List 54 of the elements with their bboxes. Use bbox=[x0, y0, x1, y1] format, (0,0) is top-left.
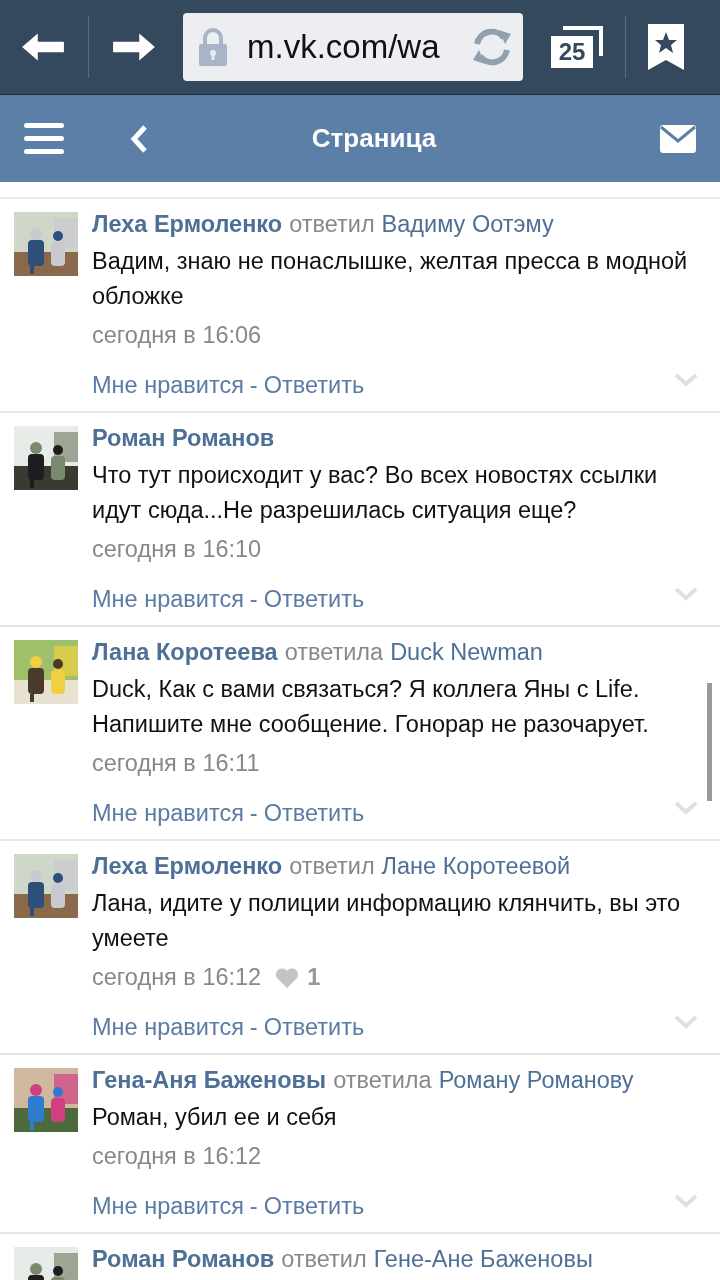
separator: - bbox=[249, 1013, 258, 1041]
separator: - bbox=[249, 799, 258, 827]
heart-icon bbox=[275, 966, 300, 989]
bookmark-star-icon[interactable] bbox=[648, 24, 684, 70]
recipient-link[interactable]: Гене-Ане Баженовы bbox=[373, 1247, 593, 1271]
author-link[interactable]: Лана Коротеева bbox=[92, 640, 278, 664]
page-title: Страница bbox=[310, 123, 438, 154]
reply-verb: ответил bbox=[289, 854, 375, 878]
comment-text: Вадим, знаю не понаслышке, желтая пресса в модной обложке bbox=[92, 247, 689, 311]
comment-text: Что тут происходит у вас? Во всех новостях ссылки идут сюда...Не разрешилась ситуация еще? bbox=[92, 461, 659, 525]
timestamp: сегодня в 16:10 bbox=[92, 536, 262, 563]
like-count: 1 bbox=[307, 964, 321, 991]
reply-verb: ответила bbox=[284, 640, 384, 664]
timestamp: сегодня в 16:06 bbox=[92, 322, 262, 349]
reply-link[interactable]: Ответить bbox=[263, 799, 365, 827]
like-link[interactable]: Мне нравится bbox=[92, 371, 244, 399]
separator: - bbox=[249, 1192, 258, 1220]
scrollbar[interactable] bbox=[707, 683, 712, 801]
recipient-link[interactable]: Роману Романову bbox=[438, 1068, 634, 1092]
author-link[interactable]: Леха Ермоленко bbox=[92, 854, 283, 878]
back-arrow-icon[interactable] bbox=[20, 31, 66, 63]
mail-icon[interactable] bbox=[660, 124, 696, 153]
reply-verb: ответил bbox=[289, 212, 375, 236]
reply-link[interactable]: Ответить bbox=[263, 585, 365, 613]
reply-verb: ответила bbox=[333, 1068, 432, 1092]
comment-text: Лана, идите у полиции информацию клянчить, вы это умеете bbox=[92, 889, 682, 953]
author-link[interactable]: Леха Ермоленко bbox=[92, 212, 283, 236]
comment-text: Роман, убил ее и себя bbox=[92, 1103, 338, 1132]
reply-verb: ответил bbox=[281, 1247, 367, 1271]
forward-arrow-icon[interactable] bbox=[111, 31, 157, 63]
menu-icon[interactable] bbox=[24, 122, 64, 155]
like-link[interactable]: Мне нравится bbox=[92, 1192, 244, 1220]
address-field[interactable]: m.vk.com/wa bbox=[183, 13, 523, 81]
like-link[interactable]: Мне нравится bbox=[92, 799, 244, 827]
separator: - bbox=[249, 371, 258, 399]
author-link[interactable]: Гена-Аня Баженовы bbox=[92, 1068, 327, 1092]
timestamp: сегодня в 16:11 bbox=[92, 750, 260, 777]
reload-icon[interactable] bbox=[471, 26, 513, 68]
author-link[interactable]: Роман Романов bbox=[92, 1247, 275, 1271]
separator: - bbox=[249, 585, 258, 613]
like-link[interactable]: Мне нравится bbox=[92, 1013, 244, 1041]
timestamp: сегодня в 16:12 bbox=[92, 1143, 262, 1170]
back-chevron-icon[interactable] bbox=[130, 123, 148, 154]
like-link[interactable]: Мне нравится bbox=[92, 585, 244, 613]
author-link[interactable]: Роман Романов bbox=[92, 426, 275, 450]
lock-icon bbox=[199, 28, 227, 66]
reply-link[interactable]: Ответить bbox=[263, 371, 365, 399]
timestamp: сегодня в 16:12 bbox=[92, 964, 262, 991]
reply-link[interactable]: Ответить bbox=[263, 1192, 365, 1220]
recipient-link[interactable]: Duck Newman bbox=[390, 640, 543, 664]
comment-text: Duck, Как с вами связаться? Я коллега Яны с Life. Напишите мне сообщение. Гонорар не разочарует. bbox=[92, 675, 650, 739]
recipient-link[interactable]: Лане Коротеевой bbox=[381, 854, 571, 878]
recipient-link[interactable]: Вадиму Оотэму bbox=[381, 212, 554, 236]
reply-link[interactable]: Ответить bbox=[263, 1013, 365, 1041]
